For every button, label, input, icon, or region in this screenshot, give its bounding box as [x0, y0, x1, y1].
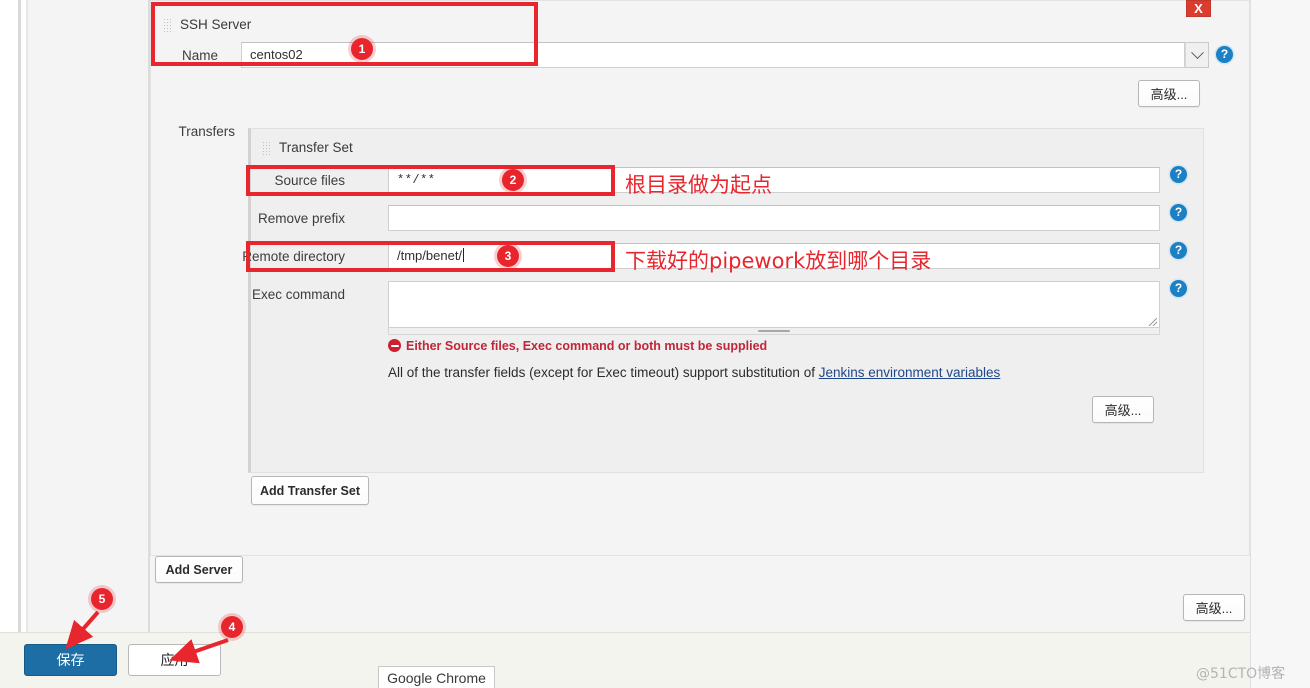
transfer-set-title: Transfer Set — [279, 140, 353, 155]
ssh-server-title-row: SSH Server — [163, 17, 251, 33]
advanced-button-bottom[interactable]: 高级... — [1183, 594, 1245, 621]
validation-error-text: Either Source files, Exec command or bot… — [406, 339, 768, 353]
substitution-hint-text: All of the transfer fields (except for E… — [388, 365, 819, 380]
text-caret — [463, 248, 465, 262]
annotation-badge-5: 5 — [91, 588, 113, 610]
help-icon-exec-command[interactable]: ? — [1170, 280, 1187, 297]
validation-error-message: Either Source files, Exec command or bot… — [388, 339, 767, 353]
transfers-label: Transfers — [178, 124, 235, 139]
help-icon-remote-directory[interactable]: ? — [1170, 242, 1187, 259]
server-name-input[interactable]: centos02 — [241, 42, 1185, 68]
jenkins-env-vars-link[interactable]: Jenkins environment variables — [819, 365, 1001, 380]
server-name-value: centos02 — [250, 47, 303, 62]
annotation-note-2: 下载好的pipework放到哪个目录 — [625, 249, 932, 273]
right-gutter-border — [1250, 0, 1251, 688]
help-icon-source-files[interactable]: ? — [1170, 166, 1187, 183]
help-icon-server-name[interactable]: ? — [1216, 46, 1233, 63]
remove-prefix-label: Remove prefix — [257, 211, 345, 226]
exec-command-textarea[interactable] — [388, 281, 1160, 328]
annotation-badge-1: 1 — [351, 38, 373, 60]
help-icon-remove-prefix[interactable]: ? — [1170, 204, 1187, 221]
close-icon[interactable]: X — [1186, 0, 1211, 17]
annotation-badge-4: 4 — [221, 616, 243, 638]
transfer-set-title-row: Transfer Set — [262, 140, 353, 156]
add-transfer-set-button[interactable]: Add Transfer Set — [251, 476, 369, 505]
annotation-note-1: 根目录做为起点 — [625, 173, 772, 197]
drag-grip-icon[interactable] — [163, 17, 172, 33]
error-icon — [388, 339, 401, 352]
transfer-set-drag-grip-icon[interactable] — [262, 140, 271, 156]
remote-directory-label: Remote directory — [242, 249, 345, 264]
save-button[interactable]: 保存 — [24, 644, 117, 676]
chevron-down-icon — [1190, 45, 1204, 59]
taskbar-google-chrome[interactable]: Google Chrome — [378, 666, 495, 688]
textarea-drag-bar[interactable] — [388, 328, 1160, 335]
textarea-resize-handle[interactable] — [1149, 318, 1157, 326]
screenshot-root: SSH Server Name centos02 ? 高级... Transfe… — [0, 0, 1310, 688]
annotation-badge-2: 2 — [502, 169, 524, 191]
remote-directory-value: /tmp/benet/ — [397, 248, 463, 263]
right-gutter — [1250, 0, 1310, 688]
remove-prefix-input[interactable] — [388, 205, 1160, 231]
source-files-value: **/** — [397, 173, 436, 187]
apply-button[interactable]: 应用 — [128, 644, 221, 676]
source-files-label: Source files — [274, 173, 345, 188]
annotation-badge-3: 3 — [497, 245, 519, 267]
exec-command-label: Exec command — [251, 287, 345, 302]
advanced-button-transfer-set[interactable]: 高级... — [1092, 396, 1154, 423]
name-field-label: Name — [181, 48, 218, 63]
server-name-dropdown-button[interactable] — [1185, 42, 1209, 68]
left-rail-outer — [18, 0, 21, 632]
add-server-button[interactable]: Add Server — [155, 556, 243, 583]
ssh-server-title: SSH Server — [180, 17, 252, 32]
advanced-button-server[interactable]: 高级... — [1138, 80, 1200, 107]
substitution-hint: All of the transfer fields (except for E… — [388, 365, 1000, 380]
watermark: @51CTO博客 — [1196, 666, 1286, 682]
